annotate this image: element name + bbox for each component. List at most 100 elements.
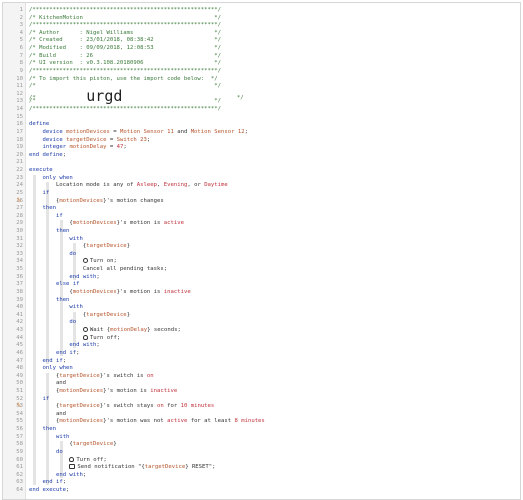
code-token: ; [96,342,100,349]
code-token: end if [42,357,63,364]
code-token: }'s [99,372,114,379]
code-token: ; [82,471,87,478]
code-editor: 1/**************************************… [2,2,521,500]
code-token: ; [96,273,100,280]
code-token: ; [62,479,67,486]
code-token: Send notification "{ [77,464,145,471]
code-token: /* Build : 26 */ [29,52,221,59]
code-token: Turn off; [76,456,107,463]
code-token: { [29,403,60,410]
code-token: active [167,418,188,425]
code-token: end with [69,342,97,349]
code-token: and [29,380,67,387]
code-token: only when [42,174,73,181]
code-token: active [163,220,184,227]
code-token: end if [55,349,77,356]
code-token: { [29,243,87,250]
code-token: on [146,372,154,379]
code-token: /* Modified : 09/09/2018, 12:08:53 */ [29,45,221,52]
clock-icon [82,327,88,333]
line-number: 64 [16,487,23,494]
code-token: end with [69,273,97,280]
code-token: { [29,197,60,204]
code-token: Location [29,182,87,189]
code-line: 64 end execute; [3,486,520,494]
code-token: /* UI version : v0.3.108.20180906 */ [29,60,221,67]
code-token: motionDevices [66,128,110,135]
code-token: end define [29,151,63,158]
code-token: /* */ [29,98,221,105]
code-token: motion [130,288,151,295]
code-token: { [29,220,73,227]
code-token: motion [116,418,137,425]
code-token: { [29,418,60,425]
code-token: inactive [163,288,191,295]
code-token: for [163,403,181,410]
code-token: = [106,144,117,151]
code-token: and [29,410,67,417]
code-token: motionDelay [110,327,148,334]
code-token: targetDevice [59,403,100,410]
code-token: on [157,403,164,410]
code-token: is [150,288,164,295]
code-token: define [29,121,50,128]
code-token: motionDevices [72,288,117,295]
code-token: targetDevice [66,136,107,143]
code-token: inactive [150,388,178,394]
code-token: changes [136,197,164,204]
code-token: /* Author : Nigel Williams */ [29,29,221,36]
code-token: Daytime [204,182,228,189]
code-token: { [29,372,60,379]
code-token: /***************************************… [29,67,221,74]
code-token: , [157,182,164,189]
code-token: motionDevices [59,388,104,394]
code-token: }'s [103,418,117,425]
code-token: device [42,128,67,135]
code-token: /***************************************… [29,106,221,113]
code-token: if [42,189,50,196]
code-token: motionDevices [59,197,104,204]
code-token: is [136,388,151,394]
code-token: Evening [163,182,188,189]
code-token: end if [42,479,63,486]
code-token: do [69,250,77,257]
code-token: }'s [116,220,131,227]
code-token: integer [42,144,70,151]
code-token: ; [146,136,151,143]
bulb-icon [69,456,75,462]
code-token: then [42,426,56,433]
code-token: motion [116,388,137,394]
code-token: Turn on; [89,258,117,265]
code-token: Asleep [136,182,158,189]
code-token: mode [86,182,100,189]
code-token: Turn off; [89,334,121,341]
code-token: Motion Sensor 12 [190,128,245,135]
code-token: /* Created : 23/01/2018, 08:38:42 */ [29,37,221,44]
code-token: = [106,136,117,143]
code-token: stays [133,403,158,410]
code-token: then [55,296,70,303]
code-token: }'s [116,288,131,295]
code-token: end with [55,471,83,478]
code-token: { [29,441,73,448]
code-token: ; [76,349,80,356]
code-token: } [126,243,131,250]
code-token: if [55,212,63,219]
code-token: } RESET"; [185,464,216,471]
